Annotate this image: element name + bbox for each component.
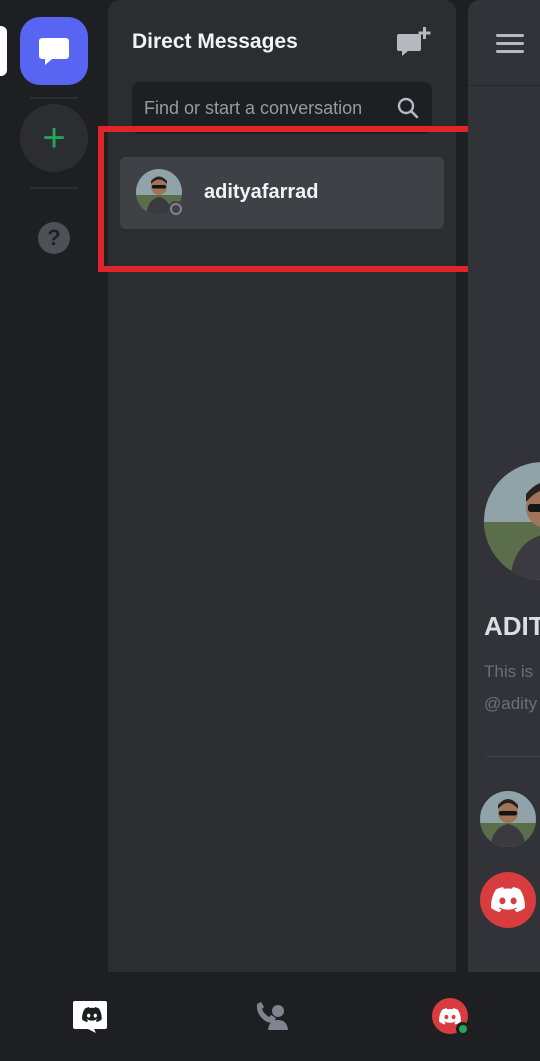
discord-bot-avatar[interactable] — [480, 872, 536, 928]
profile-avatar-icon — [439, 1007, 461, 1024]
selected-indicator — [0, 26, 7, 76]
help-button[interactable]: ? — [38, 222, 70, 254]
add-server-button[interactable]: + — [20, 104, 88, 172]
chat-header — [468, 0, 540, 86]
friends-icon — [256, 1002, 288, 1030]
nav-friends-button[interactable] — [252, 1000, 288, 1032]
profile-avatar — [484, 462, 540, 580]
chat-handle-text: @adity — [484, 694, 538, 713]
search-icon — [397, 97, 419, 119]
chat-area: ADIT This is @adity — [468, 0, 540, 972]
nav-home-button[interactable] — [72, 1000, 108, 1034]
server-rail: + ? — [0, 0, 108, 972]
new-message-icon — [397, 27, 431, 56]
nav-profile-button[interactable] — [432, 998, 470, 1036]
discord-logo-icon — [491, 887, 525, 913]
plus-icon: + — [42, 116, 66, 160]
chat-bubble-icon — [39, 38, 69, 65]
dm-panel-title: Direct Messages — [132, 30, 298, 53]
status-online-icon — [456, 1022, 470, 1036]
hamburger-icon[interactable] — [496, 34, 524, 54]
bottom-nav — [0, 972, 540, 1061]
direct-messages-button[interactable] — [20, 17, 88, 85]
rail-divider — [30, 187, 78, 189]
new-message-button[interactable] — [396, 26, 432, 58]
chat-profile-name: ADIT — [484, 611, 540, 641]
question-icon: ? — [47, 225, 61, 250]
chat-divider — [486, 756, 540, 757]
message-avatar[interactable] — [480, 791, 536, 847]
chat-intro-text: This is — [484, 662, 534, 681]
discord-logo-icon — [73, 1001, 107, 1033]
highlight-box — [98, 126, 484, 272]
rail-divider — [30, 97, 78, 99]
